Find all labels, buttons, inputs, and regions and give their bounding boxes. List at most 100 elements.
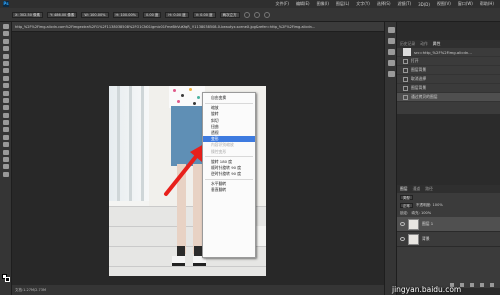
tools-panel [0, 22, 12, 295]
angle-field[interactable]: 0.00 度 [143, 11, 162, 18]
layer-row-selected[interactable]: 图层 1 [397, 217, 500, 232]
history-row[interactable]: 图层背景 [397, 66, 500, 75]
history-layer-icon [403, 85, 408, 91]
layer-filter-select[interactable]: 类型 [400, 194, 413, 200]
character-panel-icon[interactable] [388, 71, 395, 77]
shape-tool-icon[interactable] [3, 149, 9, 155]
healing-brush-tool-icon[interactable] [3, 68, 9, 74]
background-color-swatch[interactable] [5, 277, 10, 282]
path-select-tool-icon[interactable] [3, 142, 9, 148]
blend-mode-select[interactable]: 正常 [400, 202, 413, 208]
history-copy-layer-icon [403, 94, 408, 100]
pen-tool-icon[interactable] [3, 127, 9, 133]
move-tool-icon[interactable] [3, 24, 9, 29]
lasso-tool-icon[interactable] [3, 38, 9, 44]
blur-tool-icon[interactable] [3, 112, 9, 118]
snapshot-thumbnail [403, 48, 411, 56]
interpolation-select[interactable]: 两次立方 [219, 11, 240, 18]
visibility-eye-icon[interactable] [400, 237, 405, 241]
tab-paths[interactable]: 路径 [425, 186, 433, 192]
tab-properties[interactable]: 属性 [433, 41, 441, 47]
menu-item[interactable]: 自由变换 [203, 95, 255, 101]
history-row-label: 通过拷贝的图层 [411, 94, 438, 99]
history-row-label: 打开 [411, 58, 419, 63]
eraser-tool-icon[interactable] [3, 97, 9, 103]
quick-select-tool-icon[interactable] [3, 46, 9, 52]
history-panel-icon[interactable] [388, 27, 395, 33]
stamp-tool-icon[interactable] [3, 83, 9, 89]
history-row[interactable]: 图层背景 [397, 84, 500, 93]
layers-blend-row: 正常 不透明度: 100% [397, 201, 500, 209]
type-tool-icon[interactable] [3, 134, 9, 140]
eyedropper-tool-icon[interactable] [3, 60, 9, 66]
history-brush-tool-icon[interactable] [3, 90, 9, 96]
menu-layer[interactable]: 图层(L) [336, 1, 349, 7]
new-layer-icon[interactable] [480, 283, 484, 287]
layers-lock-row: 锁定: 填充: 100% [397, 209, 500, 217]
menu-window[interactable]: 窗口(W) [458, 1, 473, 7]
menu-file[interactable]: 文件(F) [276, 1, 289, 7]
y-field[interactable]: Y: 486.00 像素 [47, 11, 78, 18]
menu-item: 操控变形 [211, 148, 227, 154]
visibility-eye-icon[interactable] [400, 222, 405, 226]
layer-name: 背景 [422, 236, 430, 241]
tab-history[interactable]: 历史记录 [400, 41, 415, 47]
history-panel-tabs: 历史记录 动作 属性 [397, 40, 500, 48]
menu-edit[interactable]: 编辑(E) [296, 1, 310, 7]
history-layer-icon [403, 67, 408, 73]
commit-transform-icon[interactable] [263, 11, 270, 18]
w-field[interactable]: W: 100.00% [81, 11, 109, 18]
tab-channels[interactable]: 通道 [413, 186, 421, 192]
trash-icon[interactable] [490, 283, 494, 287]
menu-view[interactable]: 视图(V) [437, 1, 451, 7]
properties-panel-icon[interactable] [388, 38, 395, 44]
v-skew-field[interactable]: V: 0.00 度 [192, 11, 216, 18]
more-tools-icon[interactable] [3, 171, 9, 177]
color-swatches[interactable] [2, 274, 10, 284]
history-row-label: 图层背景 [411, 85, 427, 90]
layer-thumbnail [408, 233, 419, 245]
marquee-tool-icon[interactable] [3, 31, 9, 37]
menu-image[interactable]: 图像(I) [317, 1, 329, 7]
warp-toggle-icon[interactable] [243, 11, 250, 18]
cancel-transform-icon[interactable] [253, 11, 260, 18]
history-row[interactable]: 取消选择 [397, 75, 500, 84]
history-deselect-icon [403, 76, 408, 82]
menu-select[interactable]: 选择(S) [377, 1, 391, 7]
brush-panel-icon[interactable] [388, 49, 395, 55]
zoom-tool-icon[interactable] [3, 164, 9, 170]
hand-tool-icon[interactable] [3, 157, 9, 163]
menu-3d[interactable]: 3D(D) [418, 2, 430, 7]
menu-type[interactable]: 文字(Y) [356, 1, 370, 7]
menu-item[interactable]: 逆时针旋转 90 度 [203, 171, 255, 177]
x-field[interactable]: X: 302.50 像素 [12, 11, 44, 18]
opacity-field[interactable]: 不透明度: 100% [416, 203, 443, 208]
crop-tool-icon[interactable] [3, 53, 9, 59]
history-row[interactable]: 打开 [397, 57, 500, 66]
app-logo: Ps [3, 1, 9, 7]
tab-layers[interactable]: 图层 [400, 186, 408, 192]
options-bar: X: 302.50 像素 Y: 486.00 像素 W: 100.00% H: … [0, 8, 500, 22]
menu-separator [205, 178, 253, 180]
layer-thumbnail [408, 218, 419, 230]
document-tab[interactable]: http_%2F%2Fimg.alicdn.com%2Fimgextra%2Fi… [12, 22, 384, 32]
menu-help[interactable]: 帮助(H) [480, 1, 494, 7]
h-skew-field[interactable]: H: 0.00 度 [165, 11, 189, 18]
dodge-tool-icon[interactable] [3, 120, 9, 126]
paragraph-panel-icon[interactable] [388, 60, 395, 66]
brush-tool-icon[interactable] [3, 75, 9, 81]
add-mask-icon[interactable] [470, 283, 474, 287]
layer-row[interactable]: 背景 [397, 232, 500, 247]
menu-separator [205, 102, 253, 104]
menu-filter[interactable]: 滤镜(T) [398, 1, 412, 7]
gradient-tool-icon[interactable] [3, 105, 9, 111]
layers-panel-tabs: 图层 通道 路径 [397, 185, 500, 193]
tab-actions[interactable]: 动作 [420, 41, 428, 47]
h-field[interactable]: H: 100.00% [112, 11, 140, 18]
fill-field[interactable]: 填充: 100% [411, 211, 431, 216]
history-panel: 历史记录 动作 属性 src=http_%2F%2Fimg.alicdn... … [397, 40, 500, 114]
history-row-selected[interactable]: 通过拷贝的图层 [397, 93, 500, 102]
menu-item[interactable]: 垂直翻转 [203, 187, 255, 193]
lock-label: 锁定: [400, 210, 409, 215]
history-snapshot[interactable]: src=http_%2F%2Fimg.alicdn... [397, 48, 500, 57]
